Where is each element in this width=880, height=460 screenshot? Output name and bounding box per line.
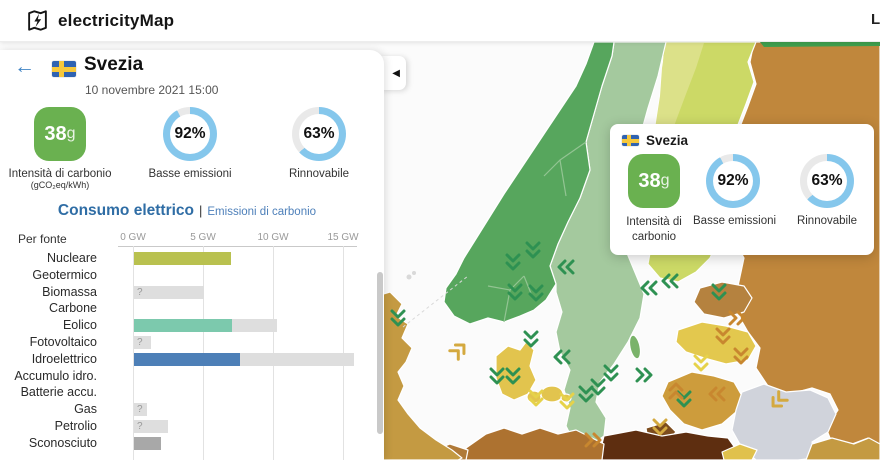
source-label: Biomassa: [0, 286, 97, 299]
x-axis-line: [118, 246, 357, 247]
carbon-intensity-box: 38g: [628, 154, 680, 208]
production-bar: [134, 319, 232, 332]
carbon-intensity-value: 38: [44, 123, 66, 146]
source-bar[interactable]: ?: [134, 420, 168, 433]
carbon-intensity-stat: 38g Intensità di carbonio(gCO₂eq/kWh): [8, 107, 112, 190]
carbon-intensity-unit: g: [67, 125, 76, 143]
donut-gauge: 92%: [163, 107, 217, 161]
view-tabs: Consumo elettrico | Emissioni di carboni…: [0, 202, 374, 220]
country-hover-card: Svezia 38g Intensità di carbonio 92% Basse …: [610, 124, 874, 255]
donut-value: 63%: [292, 107, 346, 161]
donut-value: 63%: [800, 154, 854, 208]
source-label: Nucleare: [0, 252, 97, 265]
tab-electricity-consumption[interactable]: Consumo elettrico: [58, 202, 194, 220]
unknown-marker: ?: [137, 403, 143, 416]
stat-label: Intensità di carbonio: [8, 168, 112, 180]
source-bar[interactable]: [134, 252, 231, 265]
donut-gauge: 92%: [706, 154, 760, 208]
sweden-flag-icon: [52, 61, 76, 77]
carbon-intensity-stat: 38g Intensità di carbonio: [614, 154, 694, 245]
source-label: Gas: [0, 403, 97, 416]
map-island-gray-2: [412, 271, 416, 275]
production-bar: [134, 353, 240, 366]
country-datetime: 10 novembre 2021 15:00: [85, 83, 218, 97]
app-header: electricityMap L: [0, 0, 880, 42]
source-bar[interactable]: ?: [134, 286, 204, 299]
electricitymap-logo-icon: [26, 9, 49, 32]
source-label: Accumulo idro.: [0, 370, 97, 383]
percentage-donut-stat: 92% Basse emissioni: [130, 107, 250, 180]
source-label: Batterie accu.: [0, 386, 97, 399]
percentage-donut-stat: 63% Rinnovabile: [259, 107, 379, 180]
chart-heading: Per fonte: [18, 232, 67, 246]
country-title: Svezia: [84, 54, 143, 76]
stat-label: Rinnovabile: [259, 168, 379, 180]
stat-label: Basse emissioni: [130, 168, 250, 180]
x-tick-label: 10 GW: [251, 232, 295, 243]
source-bar[interactable]: [134, 353, 354, 366]
source-label: Eolico: [0, 319, 97, 332]
tooltip-country-name: Svezia: [646, 133, 688, 148]
stat-sublabel: (gCO₂eq/kWh): [8, 180, 112, 190]
country-panel: ← Svezia 10 novembre 2021 15:00 38g Inten…: [0, 50, 384, 460]
map-island-gray-1: [407, 275, 412, 280]
sweden-flag-icon: [622, 135, 639, 146]
x-tick-label: 5 GW: [181, 232, 225, 243]
electricitymap-app: Svezia 38gIntensità di carbonio92%Basse …: [0, 0, 880, 460]
source-bar[interactable]: ?: [134, 336, 151, 349]
tab-carbon-emissions[interactable]: Emissioni di carbonio: [207, 206, 316, 218]
source-label: Geotermico: [0, 269, 97, 282]
donut-gauge: 63%: [292, 107, 346, 161]
carbon-intensity-value: 38: [638, 170, 660, 193]
donut-value: 92%: [706, 154, 760, 208]
source-label: Fotovoltaico: [0, 336, 97, 349]
percentage-donut-stat: 92% Basse emissioni: [693, 154, 773, 227]
donut-value: 92%: [163, 107, 217, 161]
source-bar[interactable]: [134, 319, 277, 332]
source-label: Sconosciuto: [0, 437, 97, 450]
app-title: electricityMap: [58, 11, 174, 31]
unknown-marker: ?: [137, 286, 143, 299]
tooltip-stats: 38g Intensità di carbonio 92% Basse emissio…: [610, 154, 874, 250]
production-bar-chart: 0 GW5 GW10 GW15 GWNucleareGeotermicoBiom…: [0, 246, 384, 460]
source-bar[interactable]: ?: [134, 403, 147, 416]
carbon-intensity-box: 38g: [34, 107, 86, 161]
source-label: Idroelettrico: [0, 353, 97, 366]
source-bar[interactable]: [134, 437, 161, 450]
source-label: Carbone: [0, 302, 97, 315]
back-arrow-icon[interactable]: ←: [14, 56, 35, 77]
carbon-intensity-unit: g: [661, 172, 670, 190]
production-bar: [134, 252, 231, 265]
percentage-donut-stat: 63% Rinnovabile: [787, 154, 867, 227]
source-label: Petrolio: [0, 420, 97, 433]
language-button[interactable]: L: [871, 11, 880, 28]
capacity-bar: [134, 286, 204, 299]
stat-label: Basse emissioni: [693, 215, 773, 227]
panel-scrollbar[interactable]: [377, 272, 383, 434]
tab-divider: |: [199, 203, 202, 218]
x-tick-label: 15 GW: [321, 232, 365, 243]
x-tick-label: 0 GW: [111, 232, 155, 243]
donut-gauge: 63%: [800, 154, 854, 208]
collapse-left-icon: ◀: [392, 68, 400, 79]
unknown-marker: ?: [137, 336, 143, 349]
stat-label: Intensità di carbonio: [614, 215, 694, 245]
stat-label: Rinnovabile: [787, 215, 867, 227]
production-bar: [134, 437, 161, 450]
unknown-marker: ?: [137, 420, 143, 433]
